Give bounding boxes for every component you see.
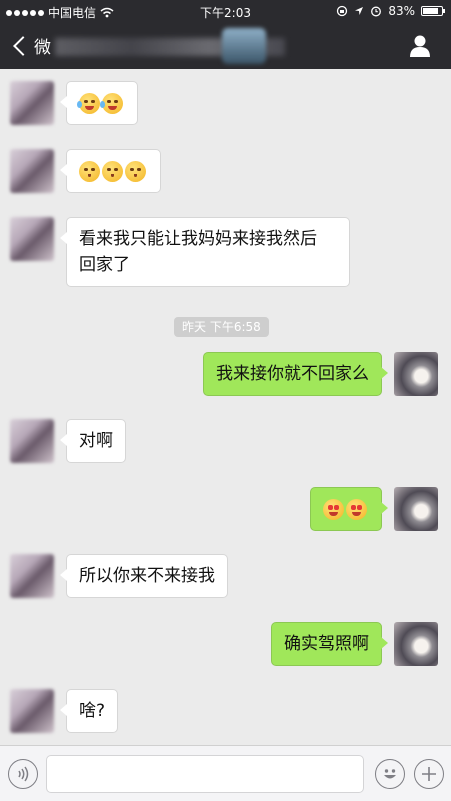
contact-avatar[interactable] xyxy=(10,81,54,125)
chat-area[interactable]: 看来我只能让我妈妈来接我然后 回家了 昨天 下午6:58 我来接你就不回家么 对… xyxy=(0,69,451,745)
chat-timestamp: 昨天 下午6:58 xyxy=(174,317,269,337)
message-bubble[interactable] xyxy=(60,149,161,193)
message-row: 看来我只能让我妈妈来接我然后 回家了 xyxy=(10,217,350,287)
input-bar xyxy=(0,745,451,801)
my-avatar[interactable] xyxy=(394,352,438,396)
back-label: 微 xyxy=(34,38,51,58)
message-bubble[interactable] xyxy=(60,81,138,125)
message-bubble[interactable]: 啥? xyxy=(59,689,119,733)
message-row: 对啊 xyxy=(10,419,126,463)
location-arrow-icon xyxy=(355,7,364,15)
contact-avatar[interactable] xyxy=(10,689,54,733)
rotation-lock-icon xyxy=(337,5,348,17)
message-row: 确实驾照啊 xyxy=(271,622,438,666)
message-bubble[interactable] xyxy=(310,487,388,531)
message-row xyxy=(310,487,438,531)
emoji-icon xyxy=(384,769,396,779)
tears-of-joy-icon xyxy=(77,92,100,114)
battery-icon xyxy=(421,6,445,16)
my-avatar[interactable] xyxy=(394,487,438,531)
voice-button[interactable] xyxy=(8,759,38,789)
heart-eyes-icon xyxy=(323,498,344,520)
kissing-face-icon xyxy=(79,160,100,182)
kissing-face-icon xyxy=(125,160,146,182)
message-row: 所以你来不来接我 xyxy=(10,554,228,598)
chevron-left-icon xyxy=(13,35,33,56)
message-row xyxy=(10,81,138,125)
message-bubble[interactable]: 确实驾照啊 xyxy=(271,622,388,666)
message-input[interactable] xyxy=(46,755,364,793)
nav-bar: 微 xyxy=(0,24,451,69)
message-bubble[interactable]: 所以你来不来接我 xyxy=(60,554,228,598)
heart-eyes-icon xyxy=(346,498,367,520)
message-row: 我来接你就不回家么 xyxy=(203,352,438,396)
voice-icon xyxy=(18,766,29,782)
alarm-icon xyxy=(371,6,382,17)
message-row xyxy=(10,149,161,193)
status-bar: 中国电信 下午2:03 83% xyxy=(0,0,451,24)
message-bubble[interactable]: 对啊 xyxy=(60,419,126,463)
status-right: 83% xyxy=(336,4,445,18)
plus-icon xyxy=(422,767,436,781)
person-icon[interactable] xyxy=(409,34,431,58)
contact-avatar[interactable] xyxy=(10,217,54,261)
top-bar: 中国电信 下午2:03 83% 微 xyxy=(0,0,451,69)
emoji-button[interactable] xyxy=(375,759,405,789)
contact-avatar[interactable] xyxy=(10,419,54,463)
back-button[interactable]: 微 xyxy=(10,33,51,58)
message-row: 啥? xyxy=(10,689,119,733)
obscured-avatar xyxy=(222,28,266,64)
battery-percent: 83% xyxy=(388,4,415,18)
contact-avatar[interactable] xyxy=(10,149,54,193)
my-avatar[interactable] xyxy=(394,622,438,666)
kissing-face-icon xyxy=(102,160,123,182)
message-bubble[interactable]: 我来接你就不回家么 xyxy=(203,352,388,396)
contact-avatar[interactable] xyxy=(10,554,54,598)
add-button[interactable] xyxy=(414,759,444,789)
message-bubble[interactable]: 看来我只能让我妈妈来接我然后 回家了 xyxy=(60,217,350,287)
tears-of-joy-icon xyxy=(100,92,123,114)
